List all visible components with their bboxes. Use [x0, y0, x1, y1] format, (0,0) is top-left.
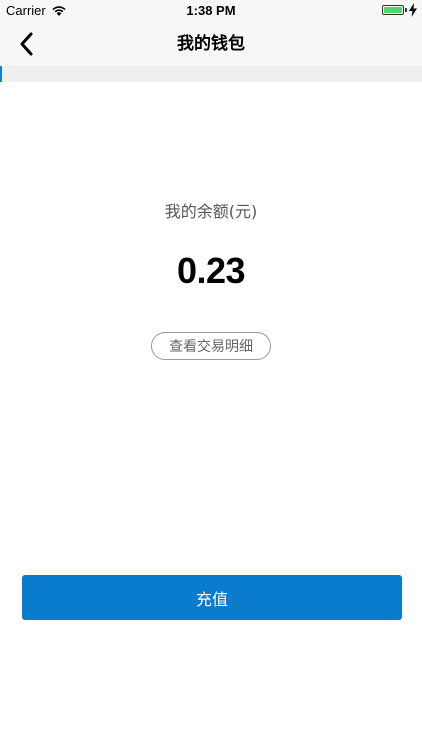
charging-bolt-icon [409, 3, 417, 17]
header-divider [0, 66, 422, 82]
navigation-bar: 我的钱包 [0, 22, 422, 66]
balance-label: 我的余额(元) [164, 202, 258, 221]
wallet-content: 我的余额(元) 0.23 查看交易明细 充值 [0, 82, 422, 750]
battery-nub [405, 8, 407, 12]
balance-amount: 0.23 [176, 250, 246, 291]
edge-accent [0, 66, 2, 82]
page-title: 我的钱包 [177, 34, 245, 54]
battery-level [384, 7, 402, 13]
recharge-button[interactable]: 充值 [22, 575, 402, 620]
status-bar: Carrier 1:38 PM [0, 0, 422, 22]
battery-icon [382, 5, 404, 15]
status-time: 1:38 PM [186, 3, 236, 18]
view-transactions-button[interactable]: 查看交易明细 [151, 332, 271, 360]
